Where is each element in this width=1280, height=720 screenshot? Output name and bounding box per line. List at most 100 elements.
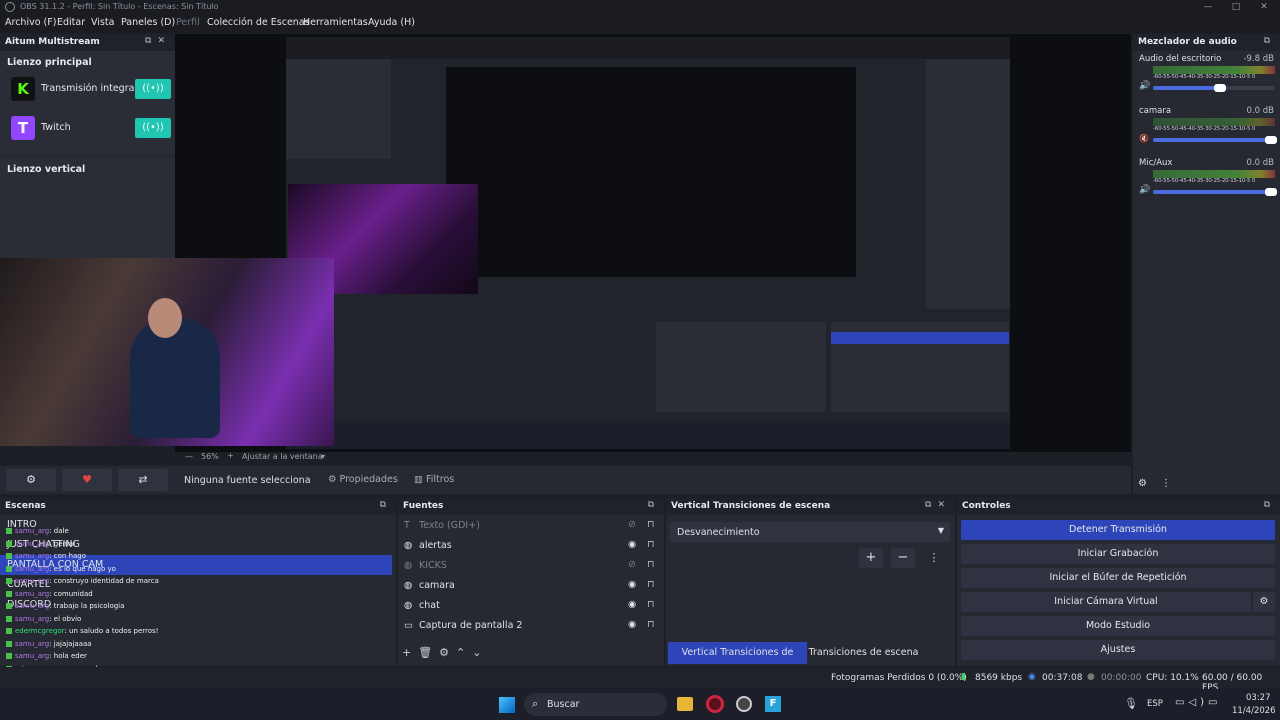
menu-ayuda[interactable]: Ayuda (H) [368,17,415,28]
menu-herramientas[interactable]: Herramientas [303,17,368,28]
more-menu-icon[interactable]: ⋮ [1161,478,1171,489]
dock-controls[interactable]: ⧉ [1264,500,1276,510]
gear-icon[interactable]: ⚙ [1138,478,1147,489]
source-item[interactable]: T Texto (GDI+) ⊘ ⊓ [398,516,664,536]
window-title: OBS 31.1.2 - Perfil: Sin Título - Escena… [20,2,219,11]
dropped-frames: Fotogramas Perdidos 0 (0.0%) [831,673,967,683]
minimize-button[interactable]: — [1194,0,1222,15]
lock-icon[interactable]: ⊓ [647,599,654,610]
settings-button[interactable]: Ajustes [961,640,1275,660]
clock-date[interactable]: 11/4/2026 [1232,706,1276,716]
menu-archivo[interactable]: Archivo (F) [5,17,56,28]
start-icon[interactable] [499,697,515,713]
filters-button[interactable]: ▥ Filtros [414,474,454,485]
properties-button[interactable]: ⚙ Propiedades [328,474,398,485]
source-label: Captura de pantalla 2 [419,620,523,631]
menu-vista[interactable]: Vista [91,17,114,28]
preview-zoom-bar: — 56% + Ajustar a la ventana ▾ [175,451,1131,464]
record-icon: ● [1087,672,1095,682]
lock-icon[interactable]: ⊓ [647,539,654,550]
dock-controls[interactable]: ⧉✕ [145,36,171,46]
lock-icon[interactable]: ⊓ [647,579,654,590]
app-icon[interactable]: F [765,696,781,712]
stream-toggle-button[interactable]: ((•)) [135,118,171,138]
more-menu-icon[interactable]: ⋮ [924,548,944,568]
dock-controls[interactable]: ⧉ [648,500,660,510]
speaker-icon[interactable]: 🔊 [1139,81,1150,91]
dock-controls[interactable]: ⧉✕ [925,500,951,510]
eye-off-icon[interactable]: ⊘ [628,519,636,530]
badge-icon [6,553,12,559]
remove-transition-button[interactable]: − [891,548,915,568]
obs-app-icon[interactable] [736,696,752,712]
source-item[interactable]: ◍ KICKS ⊘ ⊓ [398,556,664,576]
maximize-button[interactable]: □ [1222,0,1250,15]
heart-icon[interactable]: ♥ [62,469,112,491]
eye-icon[interactable]: ◉ [628,539,636,550]
tab-transitions[interactable]: Transiciones de escena [808,642,919,664]
channel-db: 0.0 dB [1246,158,1274,168]
eye-icon[interactable]: ◉ [628,619,636,630]
source-list-toolbar[interactable]: +🗑⚙⌃⌄ [402,646,488,659]
source-item[interactable]: ◍ chat ◉ ⊓ [398,596,664,616]
main-canvas-label: Lienzo principal [7,57,92,68]
lock-icon[interactable]: ⊓ [647,519,654,530]
zoom-out-button[interactable]: — [185,452,193,461]
lock-icon[interactable]: ⊓ [647,559,654,570]
swap-icon[interactable]: ⇄ [118,469,168,491]
eye-off-icon[interactable]: ⊘ [628,559,636,570]
chevron-down-icon[interactable]: ▾ [321,452,325,461]
stream-toggle-button[interactable]: ((•)) [135,79,171,99]
globe-icon: ◍ [404,600,413,611]
gear-icon[interactable]: ⚙ [1253,592,1275,612]
tab-vertical-transitions[interactable]: Vertical Transiciones de escena [668,642,807,680]
close-window-button[interactable]: ✕ [1250,0,1278,15]
virtual-camera-button[interactable]: Iniciar Cámara Virtual [961,592,1251,612]
chat-message: samu_arg: comunidad [6,590,93,598]
speaker-icon[interactable]: 🔊 [1139,185,1150,195]
opera-icon[interactable] [706,695,724,713]
system-tray-icons[interactable]: ▭◁)▭ [1175,697,1222,708]
source-item[interactable]: ◍ alertas ◉ ⊓ [398,536,664,556]
transition-select[interactable]: Desvanecimiento ▼ [670,522,950,542]
menu-coleccion[interactable]: Colección de Escenas [207,17,310,28]
source-item[interactable]: ▭ Captura de pantalla 2 ◉ ⊓ [398,616,664,636]
badge-icon [6,578,12,584]
aitum-dock: Aitum Multistream ⧉✕ Lienzo principal K … [0,34,175,259]
start-recording-button[interactable]: Iniciar Grabación [961,544,1275,564]
chat-message: samu_arg: construyo identidad de marca [6,577,159,585]
folder-icon[interactable] [677,697,693,711]
meter-scale: -60-55-50-45-40-35-30-25-20-15-10-5 0 [1153,126,1256,132]
language-indicator[interactable]: ESP [1147,699,1163,709]
globe-icon: ◍ [404,540,413,551]
camera-icon: ◍ [404,580,413,591]
studio-mode-button[interactable]: Modo Estudio [961,616,1275,636]
muted-speaker-icon[interactable]: 🔇 [1139,134,1149,143]
clock-time[interactable]: 03:27 [1246,693,1271,703]
volume-slider[interactable] [1153,136,1278,144]
dock-controls[interactable]: ⧉ [1264,36,1276,46]
volume-slider[interactable] [1153,188,1278,196]
meter-scale: -60-55-50-45-40-35-30-25-20-15-10-5 0 [1153,178,1256,184]
taskbar-search[interactable]: ⌕ Buscar [524,693,667,716]
badge-icon [6,565,12,572]
chat-message: samu_arg: dale [6,527,69,535]
menu-perfil[interactable]: Perfil [176,17,200,28]
microphone-icon[interactable]: 🎙 [1124,697,1138,710]
stop-stream-button[interactable]: Detener Transmisión [961,520,1275,540]
lock-icon[interactable]: ⊓ [647,619,654,630]
dock-controls[interactable]: ⧉ [380,500,392,510]
gear-icon[interactable]: ⚙ [6,469,56,491]
add-transition-button[interactable]: + [859,548,883,568]
menu-paneles[interactable]: Paneles (D) [121,17,175,28]
vertical-canvas-label: Lienzo vertical [7,164,86,175]
zoom-in-button[interactable]: + [227,451,234,460]
volume-slider[interactable] [1153,84,1275,92]
replay-buffer-button[interactable]: Iniciar el Búfer de Repetición [961,568,1275,588]
fit-window-select[interactable]: Ajustar a la ventana [242,452,323,461]
eye-icon[interactable]: ◉ [628,579,636,590]
source-item[interactable]: ◍ camara ◉ ⊓ [398,576,664,596]
program-preview[interactable] [0,34,1131,452]
menu-editar[interactable]: Editar [57,17,85,28]
eye-icon[interactable]: ◉ [628,599,636,610]
